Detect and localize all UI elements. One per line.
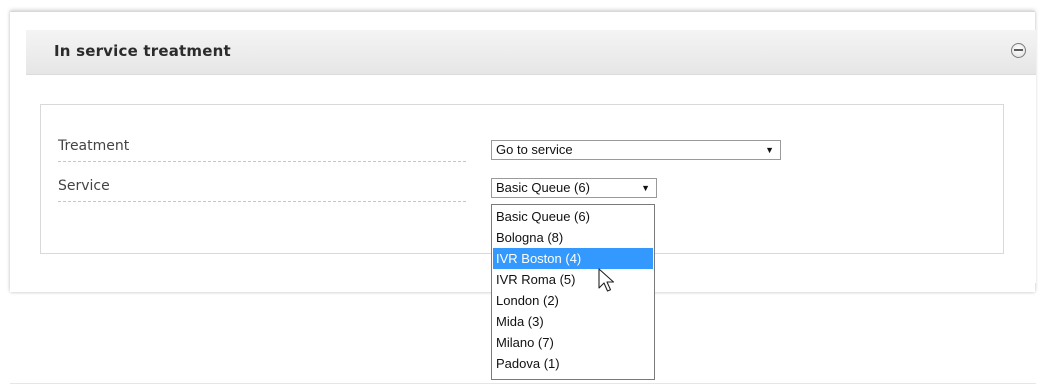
dropdown-option[interactable]: Mida (3) bbox=[493, 311, 653, 332]
dropdown-option[interactable]: Padova (1) bbox=[493, 353, 653, 374]
service-select[interactable]: Basic Queue (6) ▼ bbox=[491, 178, 657, 198]
dropdown-option[interactable]: Basic Queue (6) bbox=[493, 206, 653, 227]
dropdown-option-highlighted[interactable]: IVR Boston (4) bbox=[493, 248, 653, 269]
collapse-icon[interactable] bbox=[1011, 43, 1026, 58]
dropdown-option[interactable]: Bologna (8) bbox=[493, 227, 653, 248]
bottom-divider bbox=[10, 383, 1036, 384]
section-header[interactable]: In service treatment bbox=[26, 30, 1036, 75]
treatment-select[interactable]: Go to service ▼ bbox=[491, 140, 781, 160]
page: In service treatment Treatment Go to ser… bbox=[0, 0, 1046, 387]
service-select-value: Basic Queue (6) bbox=[496, 180, 590, 195]
service-divider bbox=[58, 201, 466, 202]
mouse-cursor-icon bbox=[598, 268, 615, 292]
section-title: In service treatment bbox=[54, 42, 231, 60]
dropdown-option[interactable]: Milano (7) bbox=[493, 332, 653, 353]
treatment-select-value: Go to service bbox=[496, 142, 573, 157]
caret-down-icon: ▼ bbox=[641, 183, 650, 193]
service-label: Service bbox=[58, 178, 110, 194]
treatment-divider bbox=[58, 161, 466, 162]
dropdown-option[interactable]: London (2) bbox=[493, 290, 653, 311]
service-dropdown-list: Basic Queue (6) Bologna (8) IVR Boston (… bbox=[491, 204, 655, 380]
treatment-label: Treatment bbox=[58, 138, 130, 154]
caret-down-icon: ▼ bbox=[765, 145, 774, 155]
dropdown-option[interactable]: IVR Roma (5) bbox=[493, 269, 653, 290]
